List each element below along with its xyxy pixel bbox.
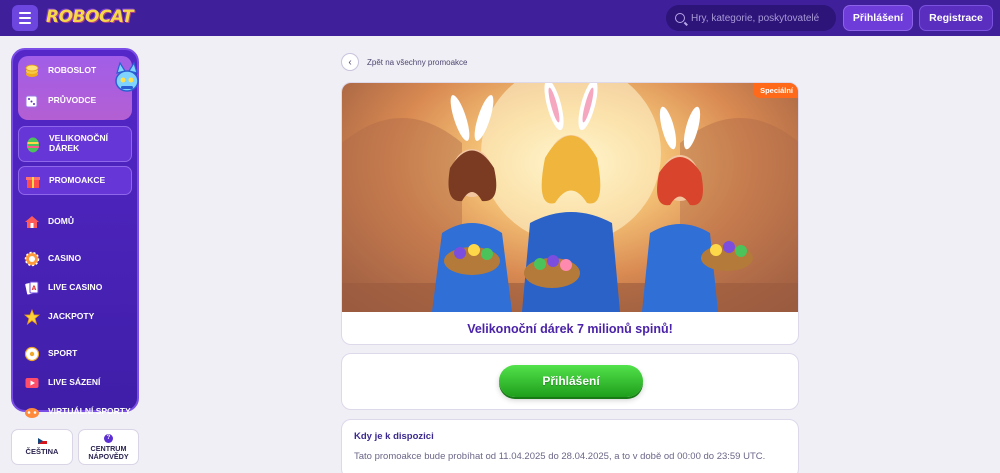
sidebar-item-label: JACKPOTY [48,310,95,321]
sidebar-item-promoakce[interactable]: PROMOAKCE [18,166,132,195]
sidebar-item-label: ROBOSLOT [48,65,97,76]
sidebar-item-label: LIVE CASINO [48,281,103,292]
language-label: ČEŠTINA [25,447,59,456]
sidebar-item-live-casino[interactable]: A LIVE CASINO [18,273,132,302]
availability-text: Tato promoakce bude probíhat od 11.04.20… [354,451,766,462]
sidebar-item-label: CASINO [48,252,82,263]
back-label: Zpět na všechny promoakce [367,57,468,67]
sidebar-item-virtualni-sporty[interactable]: VIRTUÁLNÍ SPORTY [18,397,132,426]
sidebar-item-jackpoty[interactable]: JACKPOTY [18,302,132,331]
search-icon [675,13,685,23]
sidebar-item-label: SPORT [48,347,78,358]
help-center-button[interactable]: ? CENTRUM NÁPOVĚDY [78,429,139,465]
virtual-sports-icon [23,403,41,421]
svg-text:A: A [32,285,37,292]
chevron-left-icon[interactable]: ‹ [341,53,359,71]
availability-title: Kdy je k dispozici [354,431,434,442]
question-icon: ? [104,433,113,443]
promo-card: Speciální Velikonoční dárek 7 milionů sp… [341,82,799,345]
special-badge: Speciální [753,83,798,98]
playing-cards-icon: A [23,279,41,297]
sidebar-item-live-sazeni[interactable]: LIVE SÁZENÍ [18,368,132,397]
live-betting-icon [23,374,41,392]
sidebar-item-label: DOMŮ [48,215,74,226]
ball-icon [23,345,41,363]
header-login-button[interactable]: Přihlášení [843,5,913,31]
gift-icon [24,172,42,190]
coin-stack-icon [23,62,41,80]
sidebar-item-domu[interactable]: DOMŮ [18,207,132,236]
sidebar-item-label: PRŮVODCE [48,95,97,106]
back-link[interactable]: ‹ Zpět na všechny promoakce [341,53,468,71]
sidebar-item-label: LIVE SÁZENÍ [48,376,101,387]
site-logo[interactable]: ROBOCAT [46,7,134,27]
cta-panel: Přihlášení [341,353,799,410]
sidebar: ROBOSLOT PRŮVODCE VELIKONOČNÍ DÁREK PROM… [11,48,139,418]
promo-title: Velikonoční dárek 7 milionů spinů! [467,322,673,336]
availability-panel: Kdy je k dispozici Tato promoakce bude p… [341,419,799,473]
language-selector[interactable]: ČEŠTINA [11,429,73,465]
help-label: CENTRUM NÁPOVĚDY [88,443,129,461]
sidebar-item-velikonocni-darek[interactable]: VELIKONOČNÍ DÁREK [18,126,132,162]
register-button[interactable]: Registrace [919,5,993,31]
czech-flag-icon [37,438,47,444]
sidebar-item-label: VELIKONOČNÍ DÁREK [49,133,109,153]
sidebar-item-label: VIRTUÁLNÍ SPORTY [48,405,131,416]
search-bar[interactable] [666,5,836,31]
sidebar-item-label: PROMOAKCE [49,174,106,185]
casino-chip-icon [23,250,41,268]
sidebar-item-sport[interactable]: SPORT [18,339,132,368]
promo-banner-image: Speciální [342,83,798,312]
top-header: ROBOCAT Přihlášení Registrace [0,0,1000,36]
easter-egg-icon [24,135,42,153]
jackpot-icon [23,308,41,326]
login-cta-button[interactable]: Přihlášení [499,365,643,397]
home-icon [23,213,41,231]
sidebar-item-casino[interactable]: CASINO [18,244,132,273]
robot-cat-icon [115,61,139,92]
dice-icon [23,92,41,110]
promo-box: ROBOSLOT PRŮVODCE [18,56,139,120]
hamburger-menu-icon[interactable] [12,5,38,31]
search-input[interactable] [691,12,831,24]
